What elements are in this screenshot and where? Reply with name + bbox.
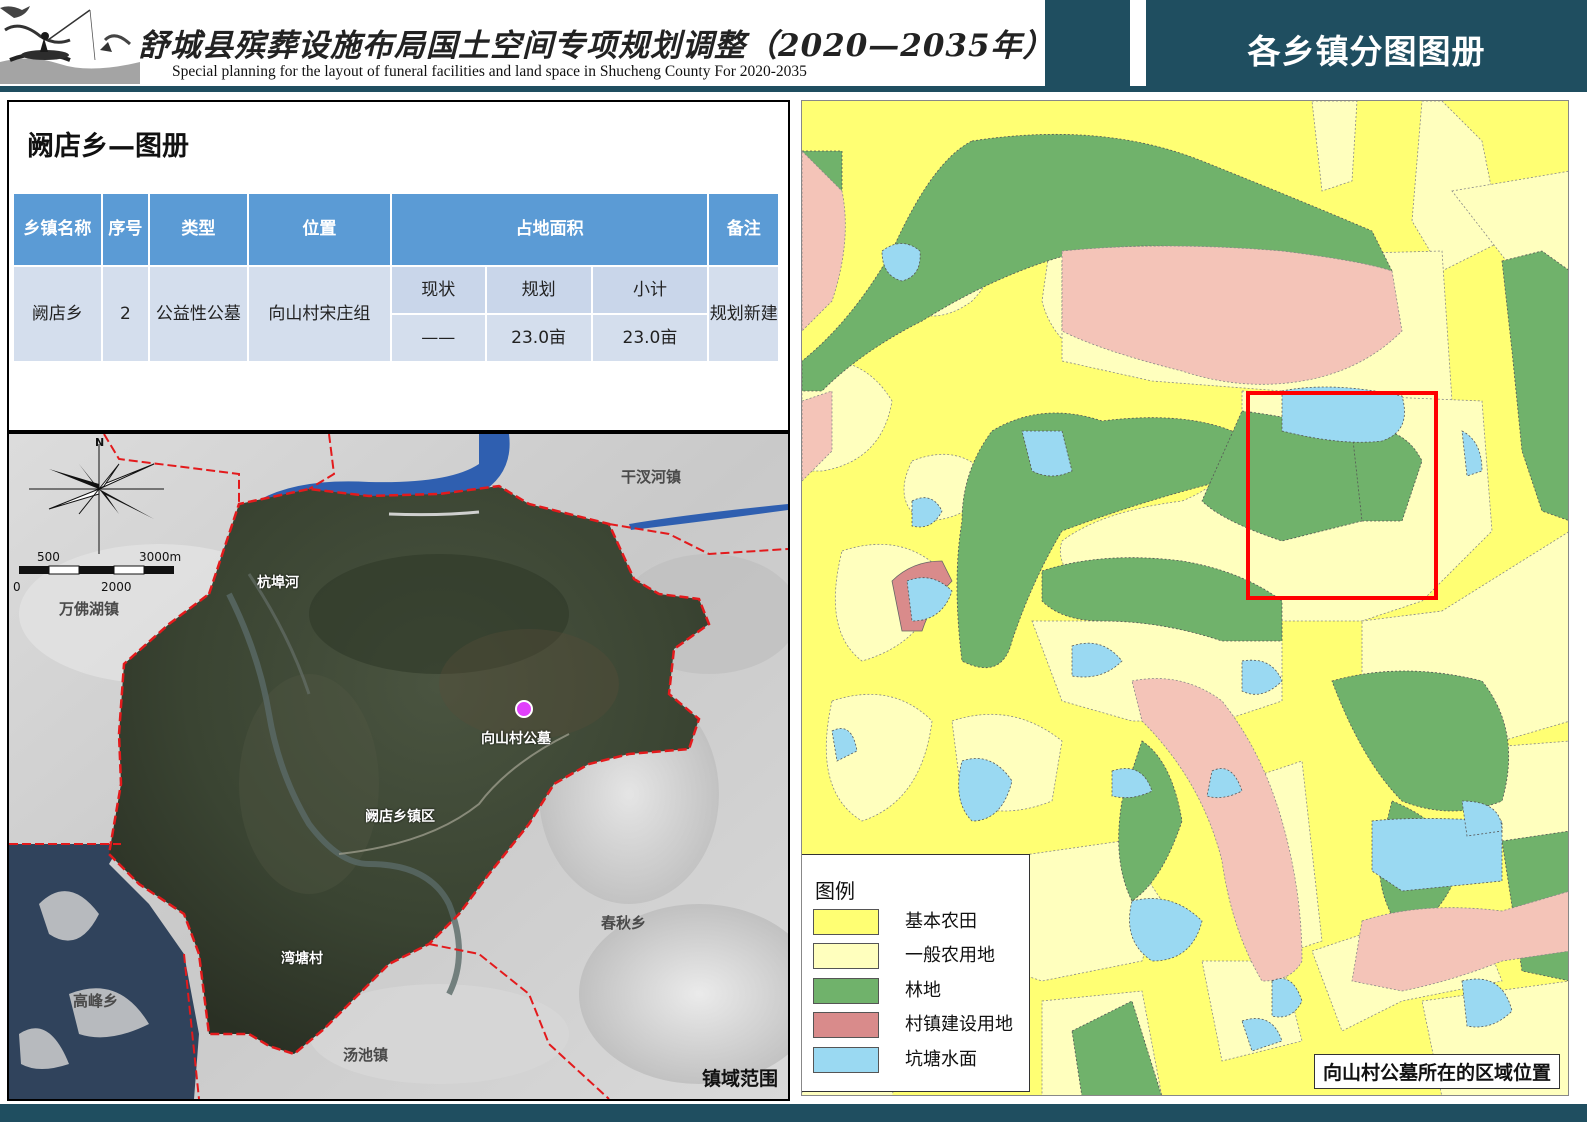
label-xiangshan-cemetery: 向山村公墓 xyxy=(481,731,551,747)
scale-label-0: 0 xyxy=(13,580,21,594)
cell-remark: 规划新建 xyxy=(709,267,778,361)
header-accent-block xyxy=(1045,0,1130,86)
scale-bar xyxy=(19,565,174,575)
cell-type: 公益性公墓 xyxy=(150,267,247,361)
subheader-current: 现状 xyxy=(391,267,485,313)
table-header-row: 乡镇名称 序号 类型 位置 占地面积 备注 xyxy=(14,194,778,265)
legend-label: 村镇建设用地 xyxy=(905,1014,1013,1035)
legend-swatch-pond-water xyxy=(813,1047,879,1073)
legend-label: 一般农用地 xyxy=(905,945,995,966)
info-panel: 阙店乡—图册 乡镇名称 序号 类型 位置 占地面积 备注 阙店乡 2 公益性公墓… xyxy=(7,100,790,432)
page-footer xyxy=(0,1104,1587,1122)
label-quedian-town-center: 阙店乡镇区 xyxy=(365,809,435,825)
subheader-planned: 规划 xyxy=(486,267,591,313)
legend-label: 林地 xyxy=(905,980,941,1001)
col-header-town: 乡镇名称 xyxy=(14,194,101,265)
legend-item: 村镇建设用地 xyxy=(813,1012,1023,1038)
town-map-graphic xyxy=(9,434,788,1099)
col-header-index: 序号 xyxy=(102,194,149,265)
town-map-caption: 镇域范围 xyxy=(701,1068,778,1090)
cell-town: 阙店乡 xyxy=(14,267,101,361)
label-chunqiu-town: 春秋乡 xyxy=(601,914,647,932)
legend-label: 坑塘水面 xyxy=(905,1049,977,1070)
town-boundary-map: N 500 3000m 0 2000 干汊河镇 杭埠河 万佛湖镇 向山村公墓 阙… xyxy=(7,432,790,1101)
header-title-en: Special planning for the layout of funer… xyxy=(172,63,807,80)
scale-label-3000m: 3000m xyxy=(139,550,182,564)
table-row: 阙店乡 2 公益性公墓 向山村宋庄组 现状 规划 小计 规划新建 xyxy=(14,267,778,361)
north-label: N xyxy=(95,436,105,449)
col-header-remark: 备注 xyxy=(709,194,778,265)
legend-label: 基本农田 xyxy=(905,911,977,932)
header-title-area: 舒城县殡葬设施布局国土空间专项规划调整（2020—2035年） Special … xyxy=(0,0,1054,86)
header-section-panel: 各乡镇分图图册 xyxy=(1146,0,1587,86)
legend-item: 基本农田 xyxy=(813,909,1023,935)
cell-current: —— xyxy=(391,315,485,361)
legend-item: 林地 xyxy=(813,978,1023,1004)
header-title-cn: 舒城县殡葬设施布局国土空间专项规划调整（2020—2035年） xyxy=(138,28,1055,64)
fisherman-ink-logo xyxy=(0,0,140,84)
label-gaofeng-town: 高峰乡 xyxy=(73,992,119,1010)
col-header-type: 类型 xyxy=(150,194,247,265)
label-wantang-village: 湾塘村 xyxy=(281,951,323,967)
legend-item: 坑塘水面 xyxy=(813,1047,1023,1073)
legend-swatch-forest xyxy=(813,978,879,1004)
cell-location: 向山村宋庄组 xyxy=(248,267,390,361)
cemetery-plan-table: 乡镇名称 序号 类型 位置 占地面积 备注 阙店乡 2 公益性公墓 向山村宋庄组… xyxy=(12,192,780,363)
map-legend: 图例 基本农田 一般农用地 林地 村镇建设用地 坑塘水面 xyxy=(802,854,1030,1092)
legend-swatch-basic-farmland xyxy=(813,909,879,935)
label-wanfo-town: 万佛湖镇 xyxy=(59,600,120,618)
landuse-map: 图例 基本农田 一般农用地 林地 村镇建设用地 坑塘水面 向山村公墓所在的区域位… xyxy=(801,100,1569,1096)
col-header-area: 占地面积 xyxy=(391,194,708,265)
legend-title: 图例 xyxy=(815,879,855,903)
label-tangchi-town: 汤池镇 xyxy=(343,1046,389,1064)
cell-planned: 23.0亩 xyxy=(486,315,591,361)
page-header: 舒城县殡葬设施布局国土空间专项规划调整（2020—2035年） Special … xyxy=(0,0,1587,92)
legend-swatch-general-farmland xyxy=(813,943,879,969)
scale-label-500: 500 xyxy=(37,550,60,564)
legend-item: 一般农用地 xyxy=(813,943,1023,969)
label-ganhan-town: 干汊河镇 xyxy=(621,468,682,486)
cell-index: 2 xyxy=(102,267,149,361)
label-hangbu-river: 杭埠河 xyxy=(257,575,299,591)
cemetery-marker xyxy=(515,700,533,718)
legend-swatch-village-construction xyxy=(813,1012,879,1038)
col-header-location: 位置 xyxy=(248,194,390,265)
subheader-subtotal: 小计 xyxy=(592,267,708,313)
cell-subtotal: 23.0亩 xyxy=(592,315,708,361)
page-title: 阙店乡—图册 xyxy=(27,131,189,162)
header-divider xyxy=(0,86,1587,92)
section-title: 各乡镇分图图册 xyxy=(1247,32,1486,71)
scale-label-2000: 2000 xyxy=(101,580,132,594)
landuse-map-caption: 向山村公墓所在的区域位置 xyxy=(1313,1054,1560,1089)
